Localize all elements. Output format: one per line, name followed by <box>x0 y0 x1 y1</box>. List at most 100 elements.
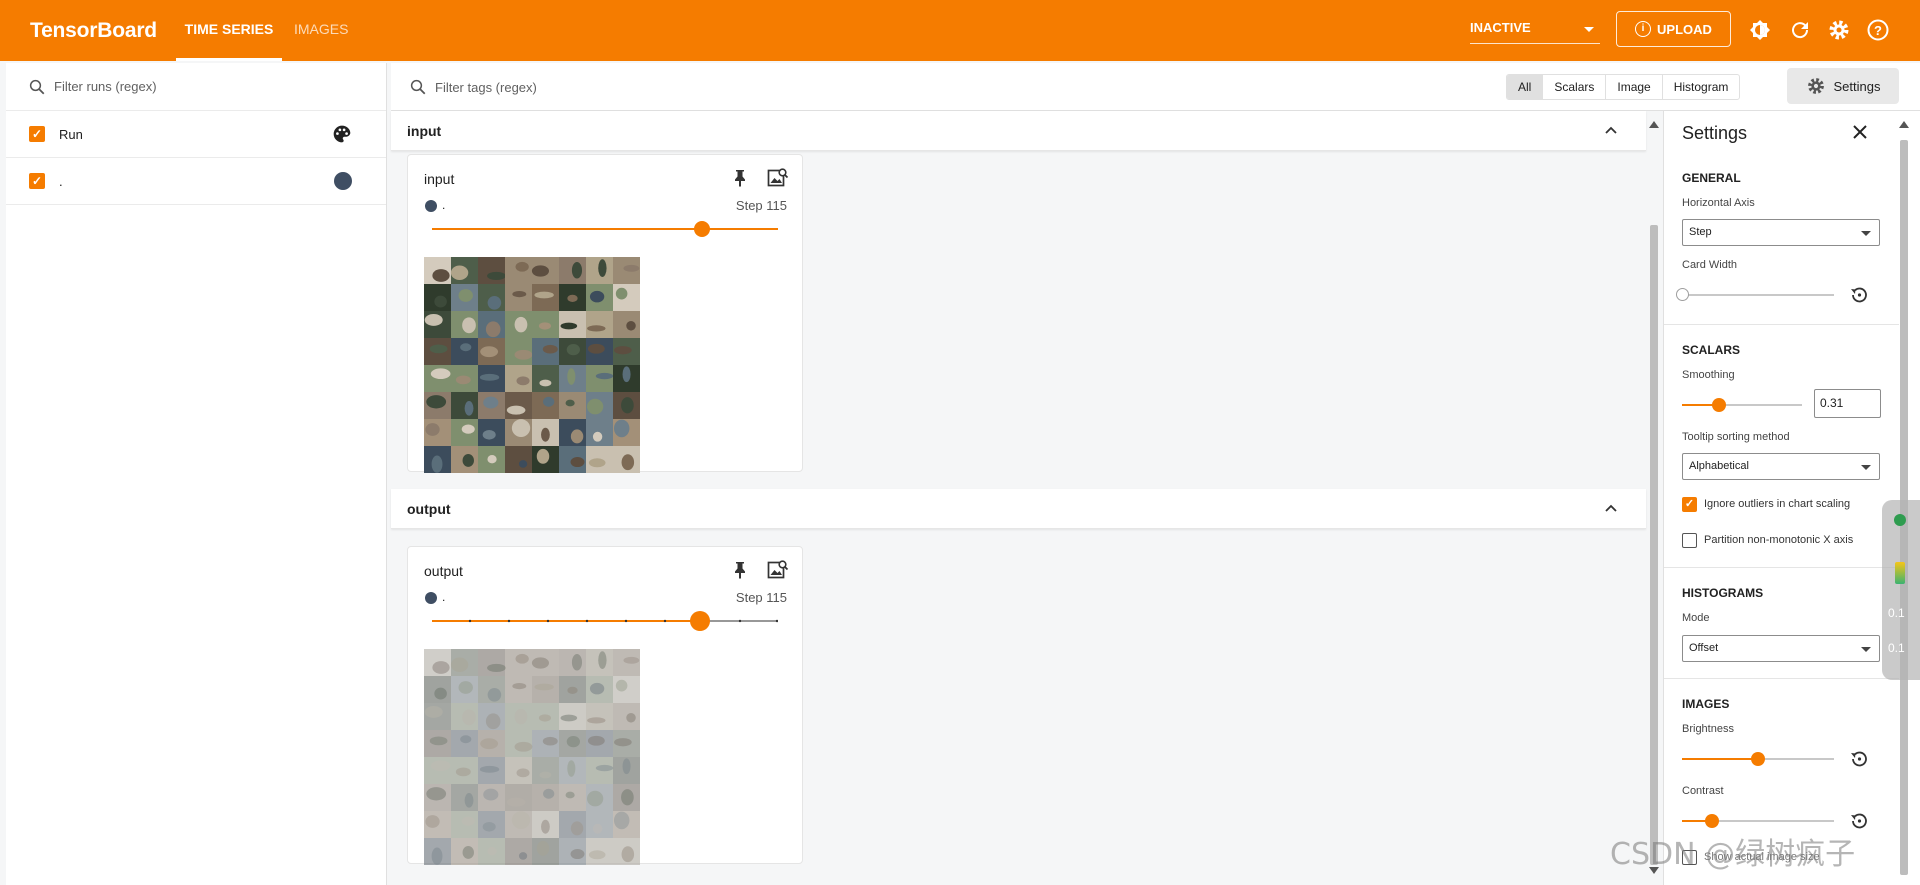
pin-icon[interactable] <box>732 169 748 187</box>
image-grid-output[interactable] <box>424 649 640 865</box>
contrast-slider-thumb[interactable] <box>1705 814 1719 828</box>
group-title: input <box>407 123 442 139</box>
image-card-output: output . Step 115 <box>407 546 803 865</box>
upload-button[interactable]: i UPLOAD <box>1616 11 1731 47</box>
smoothing-label: Smoothing <box>1682 369 1735 381</box>
contrast-slider[interactable] <box>1682 814 1834 828</box>
section-scalars: SCALARS <box>1682 343 1741 357</box>
reset-icon[interactable] <box>1849 285 1869 305</box>
partition-label: Partition non-monotonic X axis <box>1704 534 1854 546</box>
fullsize-image-icon[interactable] <box>767 559 789 581</box>
scroll-up-arrow-icon[interactable] <box>1898 119 1910 129</box>
smoothing-slider-thumb[interactable] <box>1712 398 1726 412</box>
brightness-slider[interactable] <box>1682 752 1834 766</box>
section-images: IMAGES <box>1682 697 1730 711</box>
tooltip-sorting-value: Alphabetical <box>1689 460 1749 472</box>
image-grid-input[interactable] <box>424 257 640 473</box>
chevron-up-icon[interactable] <box>1604 501 1618 515</box>
run-name: . <box>442 590 446 604</box>
partition-checkbox[interactable] <box>1682 533 1697 548</box>
run-color-swatch[interactable] <box>334 172 352 190</box>
help-icon[interactable]: ? <box>1866 18 1890 42</box>
close-icon[interactable] <box>1851 123 1869 141</box>
search-icon <box>29 79 45 94</box>
refresh-icon[interactable] <box>1788 18 1812 42</box>
card-title: output <box>424 563 463 579</box>
run-color-dot <box>425 592 437 604</box>
brightness-label: Brightness <box>1682 723 1734 735</box>
settings-title: Settings <box>1682 123 1748 143</box>
chevron-down-icon <box>1861 231 1871 236</box>
reset-icon[interactable] <box>1849 811 1869 831</box>
reset-icon[interactable] <box>1849 749 1869 769</box>
run-label: Run <box>59 126 83 142</box>
ignore-outliers-label: Ignore outliers in chart scaling <box>1704 498 1851 510</box>
step-slider-thumb[interactable] <box>694 221 710 237</box>
group-header-output[interactable]: output <box>391 489 1646 529</box>
section-general: GENERAL <box>1682 171 1741 185</box>
settings-button-label: Settings <box>1833 78 1881 94</box>
run-row: ✓ . <box>6 158 386 205</box>
type-button-histogram[interactable]: Histogram <box>1663 75 1740 99</box>
run-name: . <box>442 198 446 212</box>
smoothing-input[interactable]: 0.31 <box>1814 389 1881 418</box>
palette-icon[interactable] <box>332 124 352 144</box>
scroll-up-arrow-icon[interactable] <box>1648 119 1660 129</box>
type-button-image[interactable]: Image <box>1606 75 1663 99</box>
type-button-all[interactable]: All <box>1507 75 1544 99</box>
type-button-scalars[interactable]: Scalars <box>1543 75 1607 99</box>
step-slider-track[interactable] <box>432 228 778 230</box>
theme-toggle-icon[interactable] <box>1748 18 1772 42</box>
run-label: . <box>59 173 63 189</box>
image-card-input: input . Step 115 <box>407 154 803 473</box>
run-color-dot <box>425 200 437 212</box>
gear-icon[interactable] <box>1827 18 1851 42</box>
tooltip-sorting-label: Tooltip sorting method <box>1682 431 1790 443</box>
chevron-up-icon[interactable] <box>1604 123 1618 137</box>
card-title: input <box>424 171 455 187</box>
watermark: CSDN @绿树疯子 <box>1610 837 1856 872</box>
tab-images[interactable]: IMAGES <box>294 0 348 61</box>
runs-panel: Filter runs (regex) ✓ Run ✓ . <box>6 63 387 885</box>
search-icon <box>410 79 426 95</box>
brightness-slider-thumb[interactable] <box>1751 752 1765 766</box>
upload-label: UPLOAD <box>1657 21 1712 37</box>
net-up-value: 0.1 <box>1888 606 1905 620</box>
settings-panel: Settings GENERAL Horizontal Axis Step Ca… <box>1663 111 1920 885</box>
divider <box>1664 567 1899 568</box>
runs-filter-placeholder: Filter runs (regex) <box>54 79 157 94</box>
status-value: INACTIVE <box>1470 20 1531 35</box>
group-header-input[interactable]: input <box>391 111 1646 151</box>
step-slider-thumb[interactable] <box>690 611 710 631</box>
runs-filter[interactable]: Filter runs (regex) <box>6 63 386 111</box>
group-title: output <box>407 501 451 517</box>
pin-icon[interactable] <box>732 561 748 579</box>
tags-filter-placeholder: Filter tags (regex) <box>435 79 537 95</box>
chevron-down-icon <box>1861 465 1871 470</box>
reload-status-select[interactable]: INACTIVE <box>1470 16 1600 44</box>
main-scrollbar[interactable] <box>1650 225 1658 865</box>
status-dot <box>1894 514 1906 526</box>
run-checkbox[interactable]: ✓ <box>29 126 45 142</box>
histogram-mode-label: Mode <box>1682 612 1710 624</box>
card-width-thumb[interactable] <box>1676 288 1689 301</box>
main-toolbar: Filter tags (regex) All Scalars Image Hi… <box>391 63 1920 111</box>
tooltip-sorting-select[interactable]: Alphabetical <box>1682 453 1880 480</box>
histogram-mode-select[interactable]: Offset <box>1682 635 1880 662</box>
ignore-outliers-checkbox[interactable]: ✓ <box>1682 497 1697 512</box>
top-app-bar: TensorBoard TIME SERIES IMAGES INACTIVE … <box>0 0 1920 61</box>
plugin-type-filter: All Scalars Image Histogram <box>1506 74 1741 100</box>
chevron-down-icon <box>1584 27 1594 32</box>
step-slider-track-ticks[interactable] <box>432 615 778 627</box>
svg-text:?: ? <box>1874 23 1882 38</box>
card-width-slider[interactable] <box>1676 288 1834 301</box>
horizontal-axis-select[interactable]: Step <box>1682 219 1880 246</box>
histogram-mode-value: Offset <box>1689 642 1719 654</box>
network-speed-widget: 0.1 0.1 <box>1882 500 1920 680</box>
tab-time-series[interactable]: TIME SERIES <box>176 0 282 61</box>
run-checkbox[interactable]: ✓ <box>29 173 45 189</box>
fullsize-image-icon[interactable] <box>767 167 789 189</box>
smoothing-slider[interactable] <box>1682 398 1802 412</box>
settings-button[interactable]: Settings <box>1787 68 1899 104</box>
section-histograms: HISTOGRAMS <box>1682 586 1764 600</box>
